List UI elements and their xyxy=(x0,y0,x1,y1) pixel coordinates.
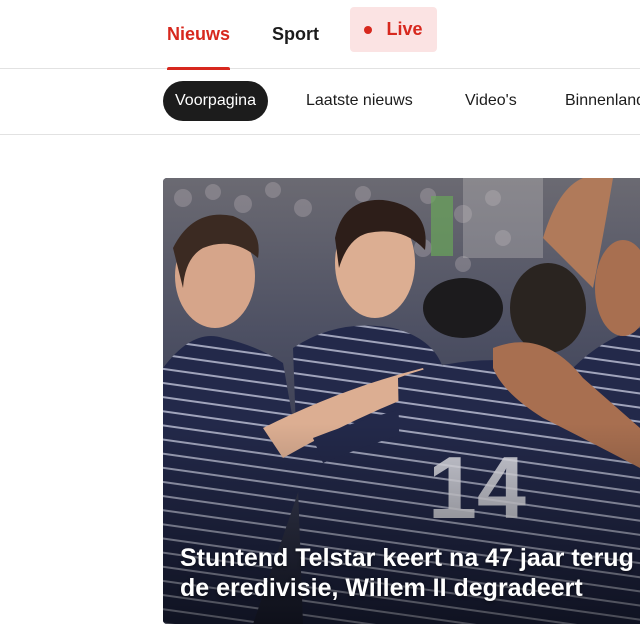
live-label: Live xyxy=(386,19,423,39)
subnav-item-binnenland[interactable]: Binnenland xyxy=(553,81,640,121)
hero-headline-line1: Stuntend Telstar keert na 47 jaar terug … xyxy=(180,544,640,572)
section-navigation: Voorpagina Laatste nieuws Video's Binnen… xyxy=(0,69,640,135)
subnav-item-label: Binnenland xyxy=(565,92,640,109)
topnav-sport-label: Sport xyxy=(272,24,319,44)
subnav-item-label: Voorpagina xyxy=(175,92,256,109)
subnav-item-voorpagina[interactable]: Voorpagina xyxy=(163,81,268,121)
subnav-item-videos[interactable]: Video's xyxy=(453,81,529,121)
subnav-item-label: Video's xyxy=(465,92,517,109)
subnav-item-label: Laatste nieuws xyxy=(306,92,413,109)
subnav-item-laatste-nieuws[interactable]: Laatste nieuws xyxy=(294,81,425,121)
topnav-sport-link[interactable]: Sport xyxy=(272,0,319,69)
hero-article-card[interactable]: 14 Stuntend Telstar keert na 47 jaar ter… xyxy=(163,178,640,624)
top-navigation: Nieuws Sport Live xyxy=(0,0,640,70)
topnav-news-link[interactable]: Nieuws xyxy=(167,0,231,70)
topnav-news-label: Nieuws xyxy=(167,24,231,44)
live-dot-icon xyxy=(364,25,373,34)
hero-headline[interactable]: Stuntend Telstar keert na 47 jaar terug … xyxy=(180,543,640,603)
hero-headline-line2: de eredivisie, Willem II degradeert xyxy=(180,574,583,602)
live-button[interactable]: Live xyxy=(350,7,437,52)
